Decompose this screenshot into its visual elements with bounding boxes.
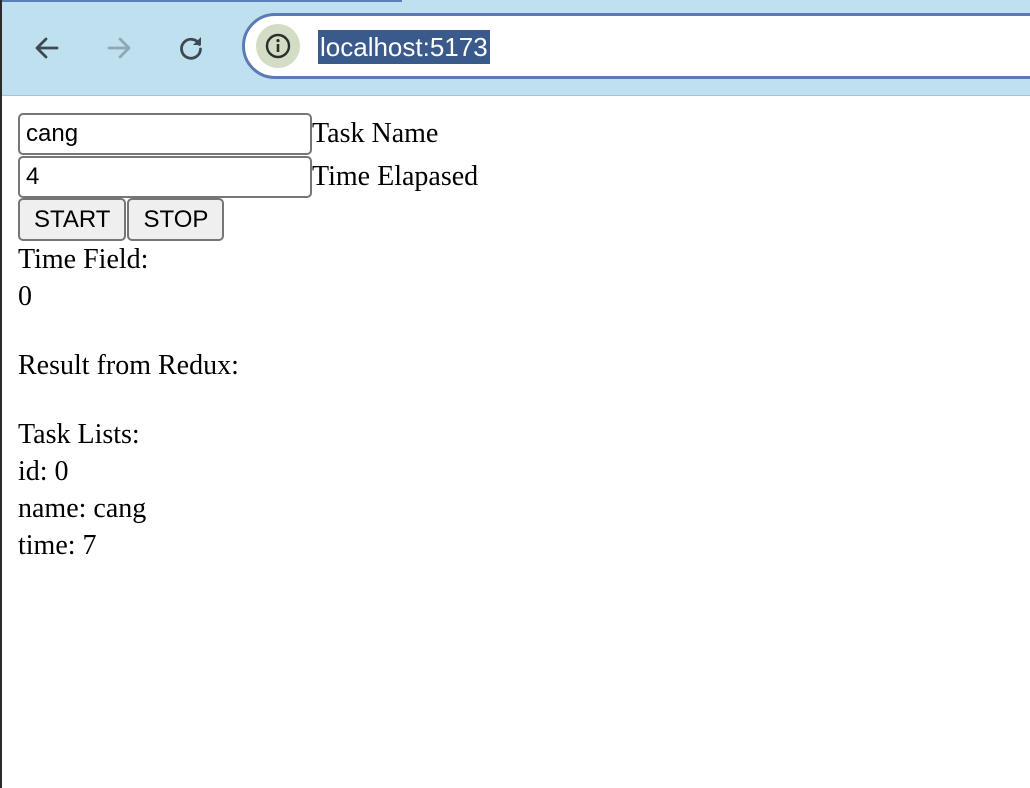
stop-button[interactable]: STOP	[127, 198, 225, 241]
arrow-right-icon	[107, 37, 131, 59]
timer-controls: START STOP	[18, 198, 478, 241]
task-lists-label: Task Lists:	[18, 419, 140, 450]
redux-result-label: Result from Redux:	[18, 350, 239, 381]
time-field-value: 0	[18, 281, 32, 312]
info-icon	[265, 33, 291, 59]
task-name-label: Task Name	[312, 117, 439, 149]
time-elapsed-input[interactable]	[18, 155, 312, 198]
task-time: time: 7	[18, 530, 97, 561]
task-name: name: cang	[18, 493, 147, 524]
arrow-left-icon	[35, 37, 59, 59]
time-elapsed-label: Time Elapased	[312, 160, 479, 192]
forward-button[interactable]	[98, 27, 140, 69]
site-info-button[interactable]	[256, 24, 300, 68]
address-bar[interactable]: localhost:5173	[242, 13, 1030, 79]
time-elapsed-row: Time Elapased	[18, 155, 478, 198]
browser-toolbar: localhost:5173	[2, 0, 1030, 96]
time-field-label: Time Field:	[18, 244, 149, 275]
page-content: Task Name Time Elapased START STOP Time …	[18, 112, 478, 564]
url-text[interactable]: localhost:5173	[318, 30, 490, 64]
reload-icon	[180, 37, 202, 60]
active-tab-indicator	[2, 0, 402, 2]
start-button[interactable]: START	[18, 198, 127, 241]
task-name-input[interactable]	[18, 112, 312, 155]
task-list-item: id: 0 name: cang time: 7	[18, 453, 478, 564]
window-edge	[0, 0, 2, 788]
task-name-row: Task Name	[18, 112, 478, 155]
back-button[interactable]	[26, 27, 68, 69]
task-id: id: 0	[18, 456, 69, 487]
reload-button[interactable]	[170, 27, 212, 69]
